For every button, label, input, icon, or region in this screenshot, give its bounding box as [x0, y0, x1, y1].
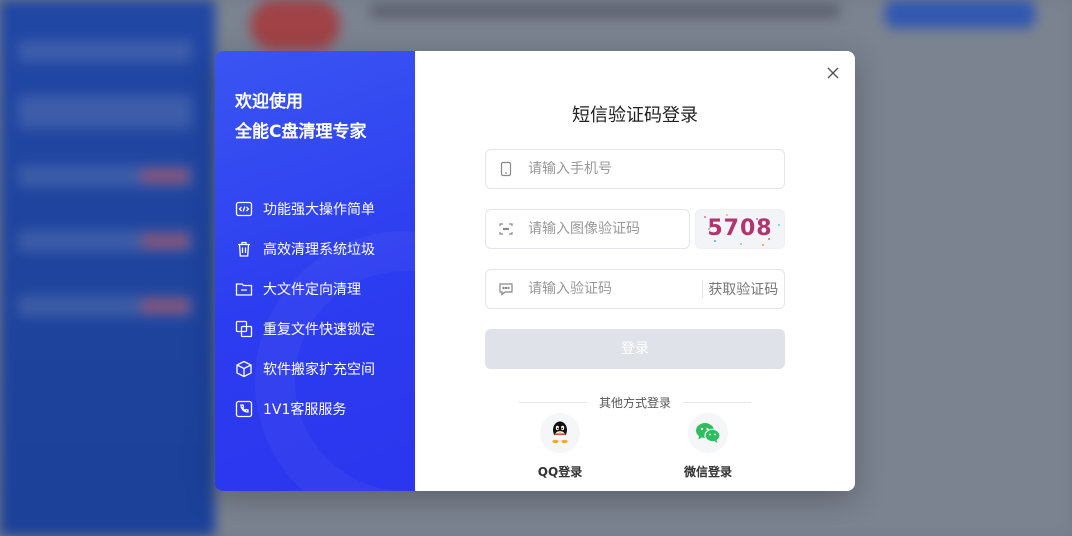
login-modal: 欢迎使用 全能C盘清理专家 功能强大操作简单 高效清理系统垃圾 大文件定向清理 …	[215, 51, 855, 491]
wechat-icon	[696, 423, 721, 443]
feature-item: 1V1客服服务	[235, 389, 375, 429]
wechat-login-button[interactable]: 微信登录	[668, 413, 748, 480]
feature-label: 大文件定向清理	[263, 282, 361, 298]
folder-icon	[235, 283, 253, 296]
feature-label: 高效清理系统垃圾	[263, 242, 375, 258]
feature-label: 软件搬家扩充空间	[263, 362, 375, 378]
captcha-field	[485, 209, 702, 249]
qq-icon	[552, 421, 568, 444]
sms-code-input[interactable]	[528, 281, 702, 297]
login-button[interactable]: 登录	[485, 329, 785, 369]
close-icon[interactable]	[825, 65, 841, 81]
box-icon	[236, 360, 252, 378]
feature-item: 重复文件快速锁定	[235, 309, 375, 349]
customer-service-icon	[235, 400, 253, 418]
phone-field	[485, 149, 785, 189]
message-icon	[499, 283, 513, 296]
wechat-login-label: 微信登录	[683, 465, 732, 479]
phone-input[interactable]	[528, 161, 784, 177]
feature-item: 高效清理系统垃圾	[235, 229, 375, 269]
captcha-image[interactable]: 5708	[695, 209, 785, 249]
copy-icon	[235, 320, 253, 338]
feature-label: 重复文件快速锁定	[263, 322, 375, 338]
promo-panel: 欢迎使用 全能C盘清理专家 功能强大操作简单 高效清理系统垃圾 大文件定向清理 …	[215, 51, 415, 491]
login-title: 短信验证码登录	[572, 105, 698, 126]
captcha-code: 5708	[707, 216, 773, 241]
captcha-icon	[499, 223, 513, 235]
feature-label: 1V1客服服务	[263, 402, 347, 418]
feature-label: 功能强大操作简单	[263, 202, 375, 218]
phone-icon	[500, 161, 512, 177]
welcome-heading: 欢迎使用 全能C盘清理专家	[235, 87, 366, 147]
feature-item: 软件搬家扩充空间	[235, 349, 375, 389]
qq-login-label: QQ登录	[537, 465, 583, 479]
get-code-button[interactable]: 获取验证码	[703, 279, 784, 299]
welcome-line-1: 欢迎使用	[235, 92, 303, 112]
qq-login-button[interactable]: QQ登录	[520, 413, 600, 480]
code-window-icon	[235, 201, 253, 217]
feature-item: 功能强大操作简单	[235, 189, 375, 229]
feature-item: 大文件定向清理	[235, 269, 375, 309]
feature-list: 功能强大操作简单 高效清理系统垃圾 大文件定向清理 重复文件快速锁定 软件搬家扩…	[235, 189, 375, 429]
other-login-label: 其他方式登录	[599, 395, 672, 410]
login-panel: 短信验证码登录 5708 获取验证码 登录	[415, 51, 855, 491]
sms-code-field: 获取验证码	[485, 269, 785, 309]
other-login-divider: 其他方式登录	[519, 393, 752, 411]
trash-icon	[238, 241, 250, 257]
welcome-line-2: 全能C盘清理专家	[235, 122, 367, 142]
captcha-input[interactable]	[528, 221, 702, 237]
